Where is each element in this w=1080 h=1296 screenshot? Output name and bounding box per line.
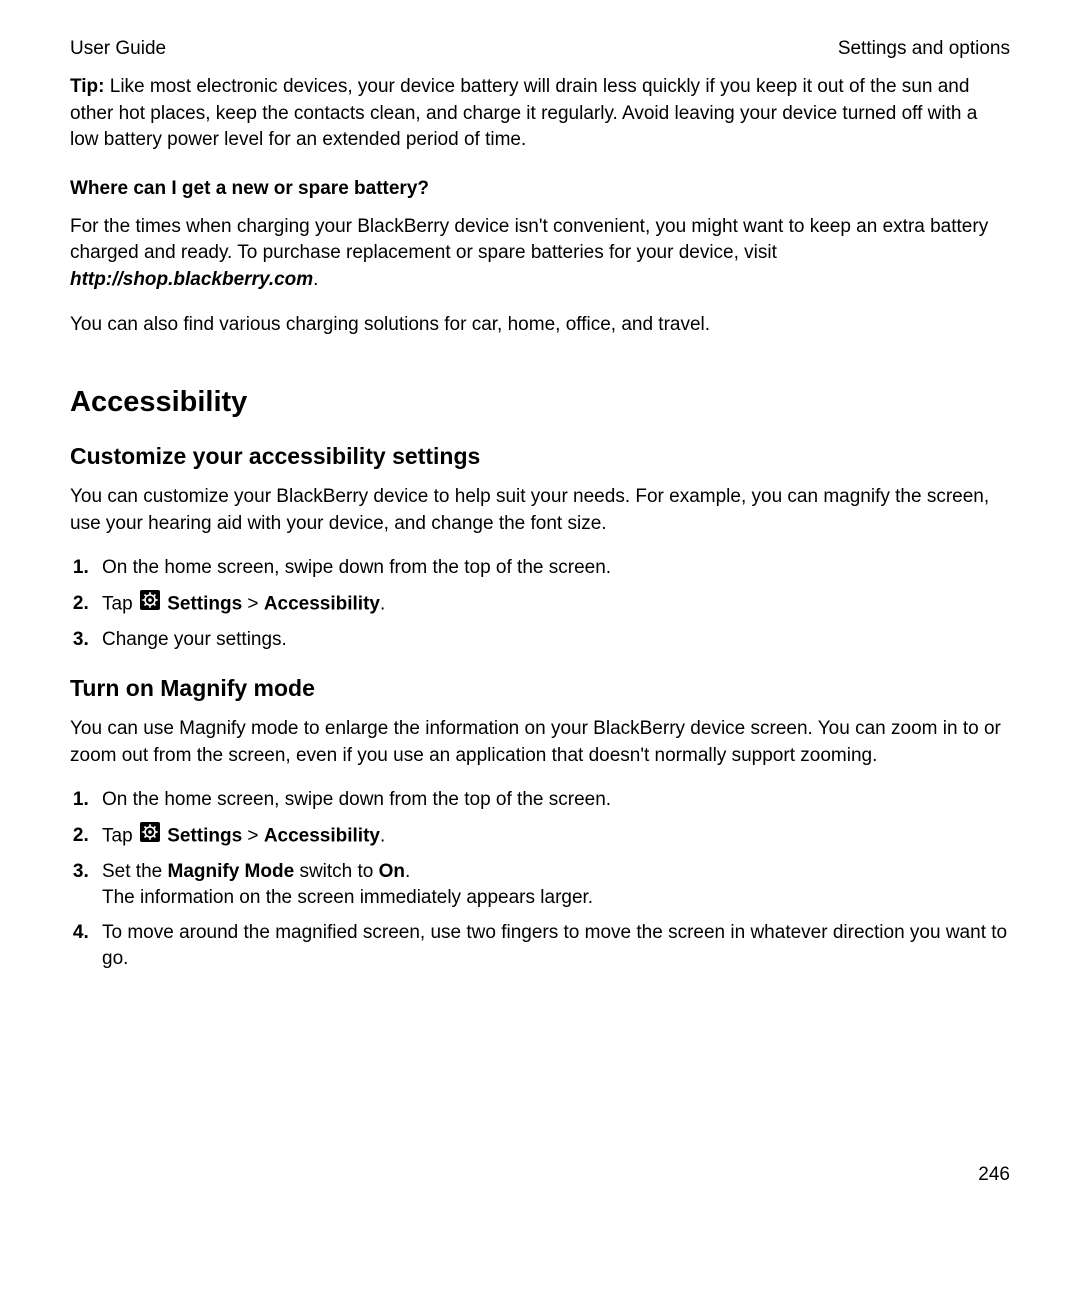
header-left: User Guide [70,38,166,60]
magnify-step-3: Set the Magnify Mode switch to On. The i… [94,859,1010,912]
customize-heading: Customize your accessibility settings [70,443,1010,470]
tip-paragraph: Tip: Like most electronic devices, your … [70,74,1010,154]
accessibility-title: Accessibility [70,386,1010,419]
mstep3-a: Set the [102,861,168,882]
step2-text-a: Tap [102,593,138,614]
magnify-step-4: To move around the magnified screen, use… [94,920,1010,973]
step2-dot: . [380,593,385,614]
magnify-heading: Turn on Magnify mode [70,675,1010,702]
mstep3-c: switch to [294,861,378,882]
mstep2-settings: Settings [162,825,242,846]
mstep2-accessibility: Accessibility [264,825,380,846]
battery-paragraph-1: For the times when charging your BlackBe… [70,214,1010,294]
document-page: User Guide Settings and options Tip: Lik… [0,0,1080,1296]
tip-label: Tip: [70,76,104,97]
page-header: User Guide Settings and options [70,38,1010,60]
magnify-steps: On the home screen, swipe down from the … [70,787,1010,973]
battery-p1-a: For the times when charging your BlackBe… [70,216,988,264]
mstep3-d: On [379,861,405,882]
step2-gt: > [242,593,264,614]
battery-heading: Where can I get a new or spare battery? [70,178,1010,200]
customize-steps: On the home screen, swipe down from the … [70,555,1010,653]
mstep3-note: The information on the screen immediatel… [102,887,593,908]
tip-text: Like most electronic devices, your devic… [70,76,977,150]
battery-paragraph-2: You can also find various charging solut… [70,312,1010,339]
header-right: Settings and options [838,38,1010,60]
magnify-intro: You can use Magnify mode to enlarge the … [70,716,1010,769]
customize-step-1: On the home screen, swipe down from the … [94,555,1010,582]
step2-accessibility: Accessibility [264,593,380,614]
gear-icon [140,590,160,619]
mstep3-e: . [405,861,410,882]
battery-p1-b: . [313,269,318,290]
mstep2-dot: . [380,825,385,846]
customize-intro: You can customize your BlackBerry device… [70,484,1010,537]
gear-icon [140,822,160,851]
step2-settings: Settings [162,593,242,614]
mstep3-b: Magnify Mode [168,861,295,882]
mstep2-gt: > [242,825,264,846]
magnify-step-2: Tap Settings > Accessibility. [94,822,1010,851]
battery-link: http://shop.blackberry.com [70,269,313,290]
page-number: 246 [978,1164,1010,1186]
customize-step-2: Tap Settings > Accessibility. [94,590,1010,619]
magnify-step-1: On the home screen, swipe down from the … [94,787,1010,814]
mstep2-text-a: Tap [102,825,138,846]
customize-step-3: Change your settings. [94,627,1010,654]
